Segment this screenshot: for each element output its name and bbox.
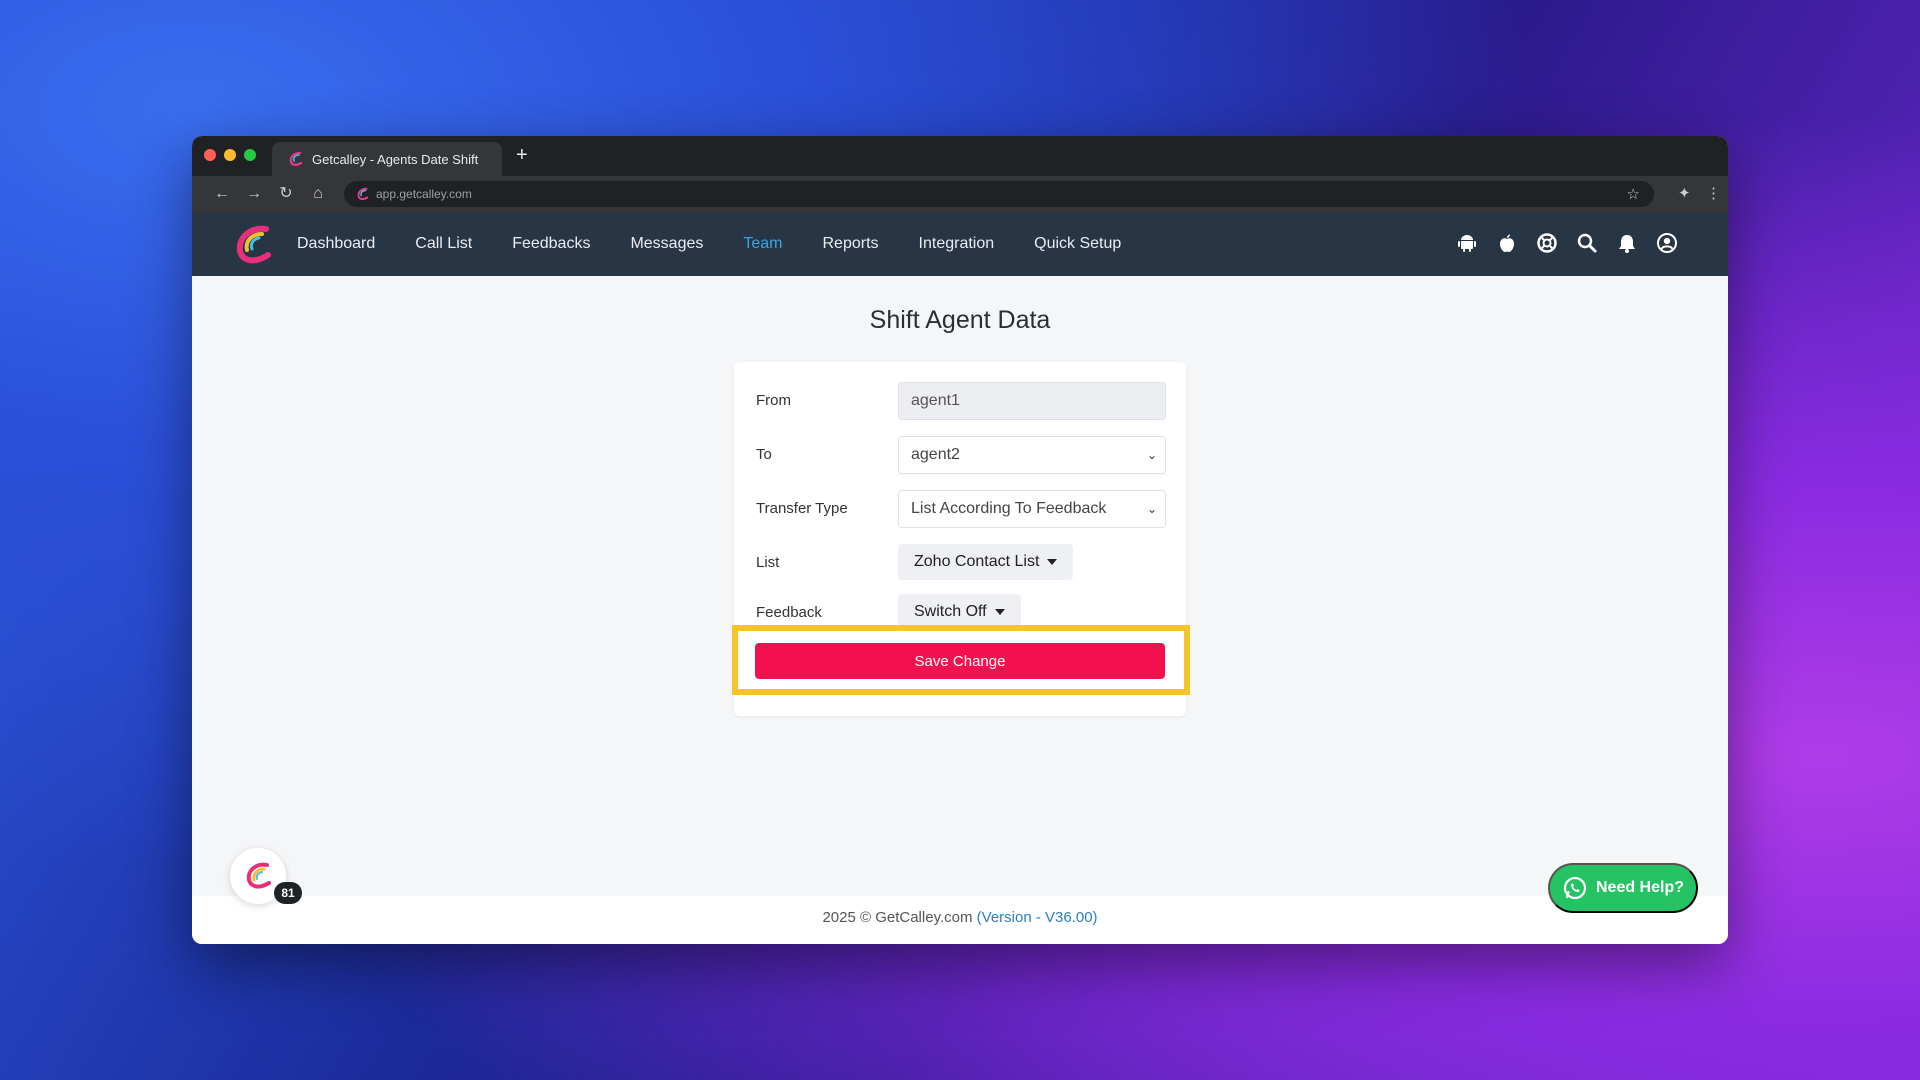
footer-copyright: 2025 © GetCalley.com: [822, 909, 977, 926]
browser-address-bar: ← → ↻ ⌂ app.getcalley.com ☆ ✦ ⋮: [192, 176, 1728, 212]
chevron-down-icon: ⌄: [1146, 502, 1157, 516]
caret-down-icon: [1047, 558, 1058, 565]
feedback-label: Feedback: [756, 604, 822, 621]
bell-icon[interactable]: [1616, 232, 1638, 254]
nav-messages[interactable]: Messages: [630, 235, 703, 253]
nav-reports[interactable]: Reports: [823, 235, 879, 253]
to-row: To agent2 ⌄: [756, 436, 1166, 474]
nav-integration[interactable]: Integration: [919, 235, 995, 253]
main-content: Shift Agent Data From agent1 To agent2 ⌄…: [192, 276, 1728, 896]
url-text: app.getcalley.com: [376, 187, 472, 201]
extensions-icon[interactable]: ✦: [1678, 184, 1691, 202]
nav-team[interactable]: Team: [743, 235, 782, 253]
getcalley-favicon-icon: [289, 151, 303, 166]
nav-quick-setup[interactable]: Quick Setup: [1034, 235, 1121, 253]
browser-window: Getcalley - Agents Date Shift + ← → ↻ ⌂ …: [192, 136, 1728, 944]
browser-menu-icon[interactable]: ⋮: [1706, 184, 1721, 202]
back-icon[interactable]: ←: [212, 184, 232, 204]
nav-call-list[interactable]: Call List: [415, 235, 472, 253]
support-icon[interactable]: [1536, 232, 1558, 254]
transfer-type-select[interactable]: List According To Feedback ⌄: [898, 490, 1166, 528]
from-label: From: [756, 392, 791, 409]
list-dropdown-button[interactable]: Zoho Contact List: [898, 544, 1074, 580]
user-icon[interactable]: [1656, 232, 1678, 254]
transfer-type-row: Transfer Type List According To Feedback…: [756, 490, 1166, 528]
from-row: From agent1: [756, 382, 1166, 420]
page-title: Shift Agent Data: [869, 306, 1051, 334]
need-help-button[interactable]: Need Help?: [1548, 863, 1698, 913]
navbar-icons: [1438, 232, 1678, 254]
list-value: Zoho Contact List: [914, 553, 1040, 570]
from-field: agent1: [898, 382, 1166, 420]
getcalley-widget-logo-icon: [246, 862, 271, 889]
from-value: agent1: [911, 392, 960, 409]
maximize-window-button[interactable]: [244, 149, 256, 161]
url-input[interactable]: app.getcalley.com ☆: [344, 181, 1654, 207]
feedback-value: Switch Off: [914, 603, 987, 620]
app-navbar: Dashboard Call List Feedbacks Messages T…: [192, 212, 1728, 276]
search-icon[interactable]: [1576, 232, 1598, 254]
to-label: To: [756, 446, 772, 463]
notification-count-badge: 81: [274, 882, 302, 904]
to-value: agent2: [911, 446, 960, 463]
getcalley-logo-icon[interactable]: [232, 224, 274, 266]
nav-dashboard[interactable]: Dashboard: [297, 235, 375, 253]
whatsapp-icon: [1563, 876, 1587, 900]
apple-icon[interactable]: [1496, 232, 1518, 254]
footer-version-link[interactable]: (Version - V36.00): [977, 909, 1098, 926]
browser-tab-bar: Getcalley - Agents Date Shift +: [192, 136, 1728, 176]
bookmark-star-icon[interactable]: ☆: [1627, 185, 1640, 203]
transfer-type-label: Transfer Type: [756, 500, 848, 517]
android-icon[interactable]: [1456, 232, 1478, 254]
reload-icon[interactable]: ↻: [276, 184, 296, 204]
to-select[interactable]: agent2 ⌄: [898, 436, 1166, 474]
site-favicon-icon: [357, 187, 369, 201]
nav-feedbacks[interactable]: Feedbacks: [512, 235, 590, 253]
transfer-type-value: List According To Feedback: [911, 500, 1107, 517]
list-label: List: [756, 554, 780, 571]
close-window-button[interactable]: [204, 149, 216, 161]
new-tab-button[interactable]: +: [516, 144, 528, 167]
chevron-down-icon: ⌄: [1146, 448, 1157, 462]
caret-down-icon: [994, 608, 1005, 615]
home-icon[interactable]: ⌂: [308, 184, 328, 204]
need-help-label: Need Help?: [1595, 879, 1684, 896]
minimize-window-button[interactable]: [224, 149, 236, 161]
save-change-button[interactable]: Save Change: [755, 643, 1165, 679]
footer: 2025 © GetCalley.com (Version - V36.00): [192, 896, 1728, 944]
forward-icon[interactable]: →: [244, 184, 264, 204]
main-menu: Dashboard Call List Feedbacks Messages T…: [297, 212, 1161, 276]
browser-tab-title: Getcalley - Agents Date Shift: [312, 151, 479, 167]
browser-tab[interactable]: Getcalley - Agents Date Shift: [272, 142, 502, 176]
list-row: List Zoho Contact List: [756, 544, 1166, 582]
